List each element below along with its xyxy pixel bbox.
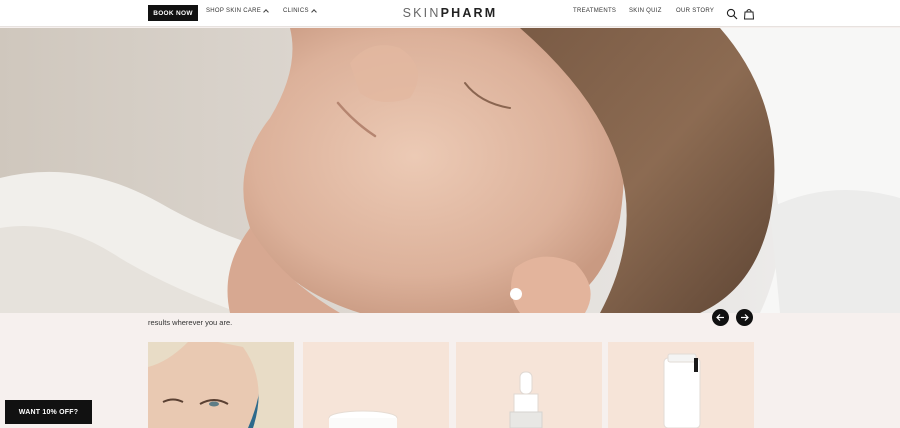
dropper-bottle-image <box>456 342 602 428</box>
discount-promo-button[interactable]: WANT 10% OFF? <box>5 400 92 424</box>
shopping-bag-icon[interactable] <box>743 7 755 20</box>
product-card-model[interactable] <box>148 342 294 428</box>
chevron-up-icon <box>263 9 269 15</box>
page: BOOK NOW SHOP SKIN CARE CLINICS SKINPHAR… <box>0 0 900 428</box>
model-portrait-image <box>148 342 294 428</box>
product-card-jar[interactable] <box>303 342 449 428</box>
logo-bold-text: PHARM <box>440 6 498 20</box>
pump-bottle-image <box>608 342 754 428</box>
nav-clinics-label: CLINICS <box>283 8 309 14</box>
site-header: BOOK NOW SHOP SKIN CARE CLINICS SKINPHAR… <box>0 0 900 27</box>
nav-clinics[interactable]: CLINICS <box>283 8 317 15</box>
nav-our-story[interactable]: OUR STORY <box>676 8 714 14</box>
nav-skin-quiz[interactable]: SKIN QUIZ <box>629 8 662 14</box>
hero-image <box>0 28 900 313</box>
arrow-left-icon <box>716 314 724 321</box>
product-card-pump[interactable] <box>608 342 754 428</box>
search-icon[interactable] <box>726 7 738 20</box>
book-now-button[interactable]: BOOK NOW <box>148 5 198 21</box>
cream-jar-image <box>303 342 449 428</box>
site-logo[interactable]: SKINPHARM <box>0 6 900 20</box>
carousel-next-button[interactable] <box>736 309 753 326</box>
nav-treatments[interactable]: TREATMENTS <box>573 8 616 14</box>
logo-light-text: SKIN <box>402 6 441 20</box>
hero-caption: results wherever you are. <box>148 318 233 327</box>
product-card-dropper[interactable] <box>456 342 602 428</box>
chevron-up-icon <box>310 9 317 15</box>
arrow-right-icon <box>741 314 749 321</box>
nav-shop-skin-care-label: SHOP SKIN CARE <box>206 8 262 14</box>
carousel-prev-button[interactable] <box>712 309 729 326</box>
nav-shop-skin-care[interactable]: SHOP SKIN CARE <box>206 8 269 15</box>
